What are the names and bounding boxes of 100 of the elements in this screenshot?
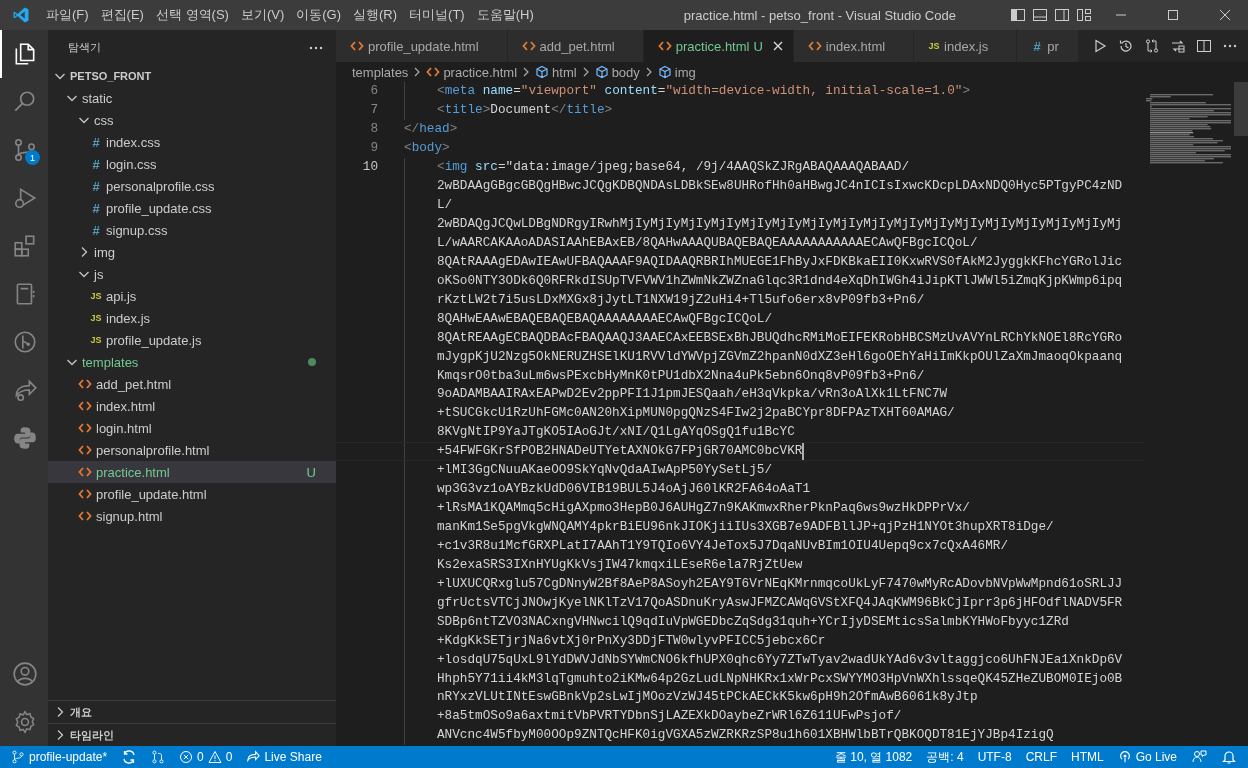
editor-tab[interactable]: profile_update.html: [336, 30, 508, 62]
code-line: +lRsMA1KQAMmq5cHigAXpmo3HepB0J6AUHgZ7n9KAKmwxRherPknPaq6ws9wzHkDPPrVx/: [437, 499, 970, 518]
folder-item[interactable]: img: [48, 241, 336, 263]
file-item[interactable]: # login.css: [48, 153, 336, 175]
branch-status[interactable]: profile-update*: [6, 750, 113, 764]
editor-tab[interactable]: add_pet.html: [507, 30, 644, 62]
problems-status[interactable]: 0 0: [174, 750, 238, 764]
line-ending-status[interactable]: CRLF: [1020, 750, 1062, 764]
panel-section-header[interactable]: 개요: [48, 700, 336, 723]
code-line: KmqsrO0tba3uLm6wsPExcbHyMnK0tPU1dbX2Nna4uPk5ebn6Onq8vP09fb3+Pn6/: [437, 366, 925, 385]
scrollbar-thumb[interactable]: [1234, 82, 1248, 136]
section-title: 타임라인: [70, 727, 114, 743]
code-line: SDBp6ntTZVO3NACxngVHNwcilQ9qdIuVpWGEDbcZqSdg31quh+YCrIjyDSEMticsSalmbKYHWoFbyyc1ZRd: [437, 612, 1069, 631]
css-file-icon: #: [88, 156, 104, 172]
editor-tab[interactable]: # pr: [1017, 30, 1078, 62]
maximize-icon[interactable]: [1167, 9, 1179, 21]
broadcast-icon: [1117, 750, 1132, 764]
menu-item[interactable]: 파일(F): [40, 0, 95, 30]
code-line: rKztLW2t7i5usLDxMXGx8jJytLT1NXW19jZ2uHi4+Tl5ufo6erx8vP09fb3+Pn6/: [437, 290, 925, 309]
file-item[interactable]: profile_update.html: [48, 483, 336, 505]
settings-icon[interactable]: [12, 709, 38, 735]
breadcrumb-item[interactable]: img: [657, 64, 696, 80]
menu-item[interactable]: 도움말(H): [470, 0, 540, 30]
file-item[interactable]: practice.html U: [48, 461, 336, 483]
file-item[interactable]: # index.css: [48, 131, 336, 153]
file-item[interactable]: personalprofile.html: [48, 439, 336, 461]
file-name: profile_update.js: [106, 332, 203, 348]
tab-label: add_pet.html: [539, 38, 615, 54]
toggle-secondary-sidebar-icon[interactable]: [1054, 7, 1070, 23]
layout-icon[interactable]: [1076, 7, 1092, 23]
error-icon: [179, 750, 194, 764]
breadcrumb-item[interactable]: body: [594, 64, 640, 80]
account-icon[interactable]: [12, 661, 38, 687]
toggle-panel-icon[interactable]: [1032, 7, 1048, 23]
code-line: oKSo0NTY3ODk6Q0RFRkdISUpTVFVWV1hZWmNkZWZnaGlqc3R1dnd4eXqDhIWGh4iJipKTlJWWl5iZmqKjpKWmp6ipq: [437, 271, 1123, 290]
line-number: 6: [370, 83, 378, 98]
go-live-button[interactable]: Go Live: [1112, 750, 1182, 764]
file-item[interactable]: add_pet.html: [48, 373, 336, 395]
html-file-icon: [78, 444, 92, 456]
project-folder[interactable]: PETSO_FRONT: [48, 65, 336, 87]
tab-label: index.js: [944, 38, 989, 54]
git-graph-icon[interactable]: [12, 329, 38, 355]
code-line: manKm1Se5pgVkgWNQAMY4pkrBiEU96nkJIOKjiiIUs3XGB7e9ADFBllJP+qjPzH1NYOt3hupXRT8iDge/: [437, 518, 1054, 537]
file-name: index.css: [106, 134, 162, 150]
tab-label: index.html: [825, 38, 886, 54]
code-line: <img src="data:image/jpeg;base64, /9j/4AAQSkZJRgABAQAAAQABAAD/: [437, 158, 910, 177]
compare-changes-icon[interactable]: [1144, 38, 1160, 54]
file-item[interactable]: JS profile_update.js: [48, 329, 336, 351]
menu-item[interactable]: 실행(R): [347, 0, 404, 30]
html-file-icon: [350, 40, 364, 52]
editor-tab[interactable]: index.html: [793, 30, 915, 62]
file-name: index.html: [96, 398, 157, 414]
python-icon[interactable]: [12, 425, 38, 451]
breadcrumb-item[interactable]: practice.html: [426, 64, 518, 80]
menu-item[interactable]: 보기(V): [234, 0, 291, 30]
menu-item[interactable]: 터미널(T): [403, 0, 471, 30]
folder-item[interactable]: css: [48, 109, 336, 131]
file-item[interactable]: login.html: [48, 417, 336, 439]
close-icon[interactable]: [1219, 9, 1231, 21]
source-control-icon[interactable]: [12, 137, 38, 163]
html-file-icon: [78, 400, 92, 412]
code-line: 8QAHwEAAwEBAQEBAQEBAQAAAAAAAAECAwQFBgcICQoL/: [437, 309, 772, 328]
split-editor-icon[interactable]: [1196, 38, 1212, 54]
menu-item[interactable]: 선택 영역(S): [149, 0, 235, 30]
error-count: 0: [197, 750, 204, 764]
line-number: 7: [370, 101, 378, 117]
file-item[interactable]: JS index.js: [48, 307, 336, 329]
cursor-position[interactable]: 줄 10, 열 1082: [829, 748, 918, 766]
file-item[interactable]: JS api.js: [48, 285, 336, 307]
tab-label: profile_update.html: [368, 38, 479, 54]
run-debug-icon[interactable]: [12, 185, 38, 211]
folder-item[interactable]: static: [48, 87, 336, 109]
html-file-icon: [657, 40, 672, 52]
sidebar-title: 탐색기: [68, 40, 101, 55]
branch-name: profile-update*: [29, 750, 108, 764]
file-item[interactable]: # signup.css: [48, 219, 336, 241]
code-line: +losdqU75qUxL9lYdDWVJdNbSYWmCNO6kfhUPX0qhc6Yy7ZTwTyav2wadUkYAd6v3vltaggjco6UhFNJEa1XnkDp6V: [437, 650, 1123, 669]
swap-icon[interactable]: [1170, 38, 1186, 54]
folder-item[interactable]: js: [48, 263, 336, 285]
file-item[interactable]: # profile_update.css: [48, 197, 336, 219]
indentation-status[interactable]: 공백: 4: [921, 748, 969, 766]
live-share-status[interactable]: Live Share: [241, 750, 327, 764]
encoding-status[interactable]: UTF-8: [972, 750, 1017, 764]
code-line: +54FWFGKrSfPOB2HNADeUTYetAXNOkG7FPjGR70AMC0bcVKR: [437, 442, 803, 461]
history-icon[interactable]: [1118, 38, 1134, 54]
menu-item[interactable]: 편집(E): [94, 0, 150, 30]
breadcrumb-item[interactable]: html: [535, 64, 577, 80]
editor-tab[interactable]: JS index.js: [914, 30, 1018, 62]
git-status: U: [753, 38, 763, 54]
menu-item[interactable]: 이동(G): [290, 0, 348, 30]
js-file-icon: JS: [926, 41, 943, 51]
editor-tab[interactable]: practice.html U: [643, 30, 794, 62]
breadcrumb-item[interactable]: templates: [352, 64, 409, 80]
file-item[interactable]: # personalprofile.css: [48, 175, 336, 197]
folder-item[interactable]: templates: [48, 351, 336, 373]
toggle-sidebar-icon[interactable]: [1010, 7, 1026, 23]
language-mode[interactable]: HTML: [1065, 750, 1109, 764]
file-item[interactable]: index.html: [48, 395, 336, 417]
run-icon[interactable]: [1092, 38, 1108, 54]
file-item[interactable]: signup.html: [48, 505, 336, 527]
